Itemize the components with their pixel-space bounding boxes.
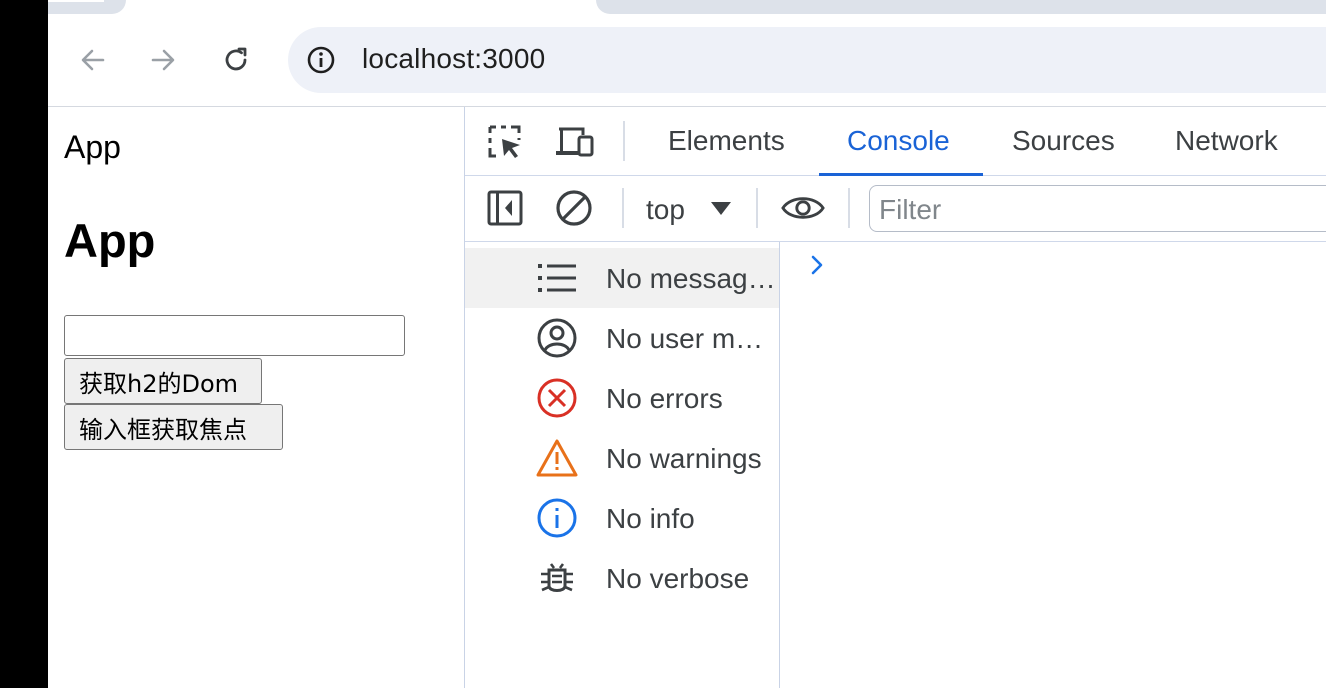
sidebar-item-info[interactable]: No info (465, 488, 779, 548)
context-selector[interactable]: top (646, 194, 685, 226)
toolbar-separator (622, 188, 624, 228)
console-sidebar: No messag… No user m… No errors No warni… (465, 242, 780, 688)
list-icon (535, 258, 579, 298)
tab-strip-left-segment (48, 0, 126, 14)
address-bar[interactable]: localhost:3000 (288, 27, 1326, 93)
text-input[interactable] (64, 315, 405, 356)
focus-input-button[interactable]: 输入框获取焦点 (64, 404, 283, 450)
sidebar-item-errors[interactable]: No errors (465, 368, 779, 428)
left-edge-strip (0, 0, 48, 688)
sidebar-item-messages[interactable]: No messag… (465, 248, 779, 308)
sidebar-item-label: No warnings (606, 443, 762, 474)
tab-sources[interactable]: Sources (1012, 125, 1115, 157)
tab-elements[interactable]: Elements (668, 125, 785, 157)
sidebar-item-label: No verbose (606, 563, 750, 594)
device-toggle-icon (556, 127, 594, 157)
app-text: App (64, 129, 121, 165)
user-icon (535, 318, 579, 358)
tab-strip-right-segment (596, 0, 1326, 14)
sidebar-item-label: No messag… (606, 263, 776, 294)
tab-console[interactable]: Console (847, 125, 950, 157)
sidebar-item-user-messages[interactable]: No user m… (465, 308, 779, 368)
forward-arrow-icon (151, 49, 175, 71)
app-heading: App (64, 214, 156, 267)
device-toolbar-button[interactable] (553, 121, 597, 165)
tab-network[interactable]: Network (1175, 125, 1278, 157)
inspect-element-button[interactable] (484, 121, 528, 165)
reload-icon (225, 47, 247, 71)
url-text: localhost:3000 (362, 43, 546, 74)
info-icon (535, 498, 579, 538)
sidebar-item-label: No errors (606, 383, 723, 414)
get-h2-dom-button[interactable]: 获取h2的Dom (64, 358, 262, 404)
back-button[interactable] (73, 40, 113, 80)
console-prompt-icon (811, 255, 823, 275)
inspect-element-icon (488, 125, 521, 158)
live-expression-button[interactable] (781, 186, 825, 230)
console-output[interactable] (780, 242, 1326, 688)
toolbar-separator (623, 121, 625, 161)
site-info-icon[interactable] (306, 45, 336, 75)
clear-console-button[interactable] (552, 186, 596, 230)
error-icon (535, 378, 579, 418)
filter-placeholder: Filter (879, 194, 942, 225)
sidebar-toggle-button[interactable] (483, 186, 527, 230)
sidebar-item-label: No info (606, 503, 695, 534)
filter-input[interactable]: Filter (869, 185, 1326, 232)
forward-button[interactable] (143, 40, 183, 80)
warning-icon (535, 438, 579, 478)
sidebar-item-label: No user m… (606, 323, 764, 354)
sidebar-item-warnings[interactable]: No warnings (465, 428, 779, 488)
dropdown-arrow-icon[interactable] (711, 202, 731, 216)
page-viewport: App App 获取h2的Dom 输入框获取焦点 (48, 107, 464, 688)
toolbar-separator (848, 188, 850, 228)
sidebar-item-verbose[interactable]: No verbose (465, 548, 779, 608)
sidebar-toggle-icon (487, 190, 523, 226)
devtools-main-toolbar: Elements Console Sources Network (465, 107, 1326, 176)
reload-button[interactable] (216, 40, 256, 80)
clear-console-icon (556, 190, 592, 226)
browser-toolbar: localhost:3000 (48, 0, 1326, 107)
toolbar-separator (756, 188, 758, 228)
back-arrow-icon (81, 49, 105, 71)
devtools-panel: Elements Console Sources Network top Fil… (464, 107, 1326, 688)
eye-icon (781, 197, 825, 219)
bug-icon (535, 558, 579, 598)
console-toolbar: top Filter (465, 176, 1326, 242)
